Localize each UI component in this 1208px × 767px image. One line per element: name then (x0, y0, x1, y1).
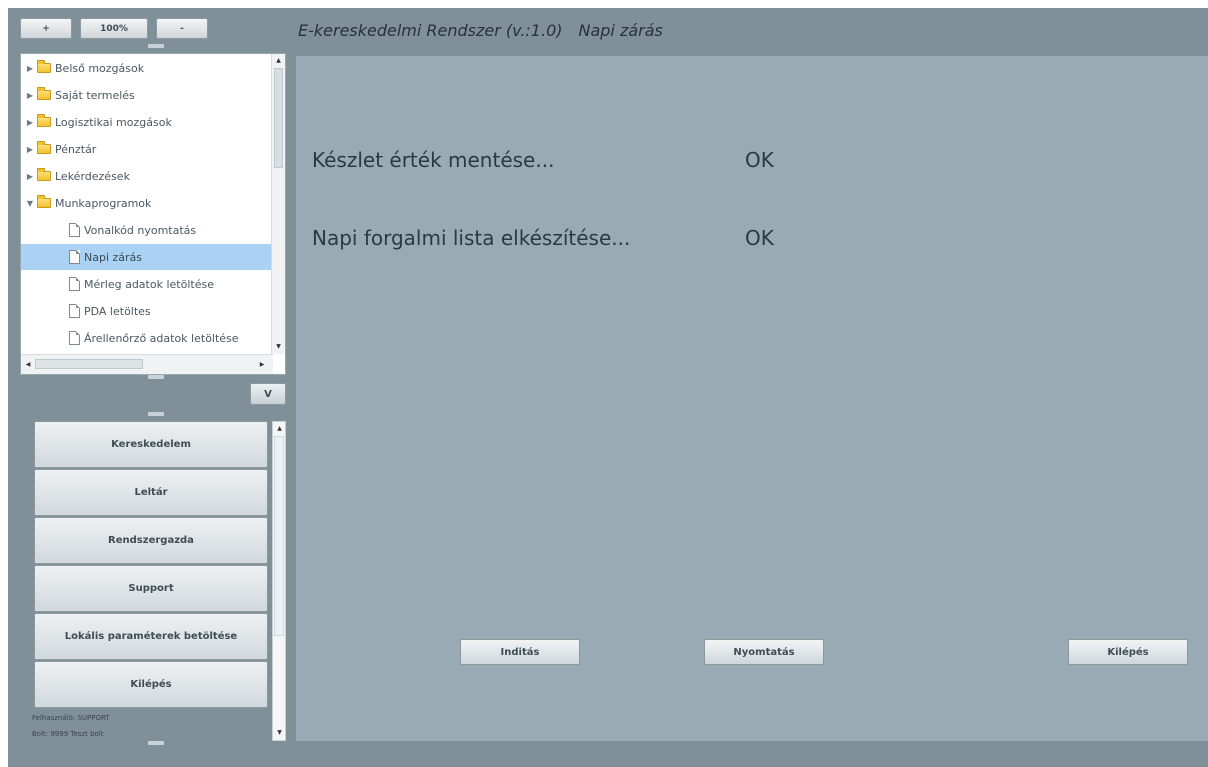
tree-vertical-scroll-thumb[interactable] (274, 68, 283, 168)
exit-button[interactable]: Kilépés (1068, 639, 1188, 665)
splitter-handle[interactable] (148, 44, 164, 48)
folder-icon (37, 168, 51, 181)
nav-button[interactable]: Lokális paraméterek betöltése (34, 613, 268, 660)
tree-item-label: PDA letöltes (84, 304, 151, 318)
splitter-handle[interactable] (148, 412, 164, 416)
zoom-in-button[interactable]: + (20, 18, 72, 39)
nav-button[interactable]: Leltár (34, 469, 268, 516)
splitter-handle[interactable] (148, 741, 164, 745)
tree-item-label: Munkaprogramok (55, 196, 152, 210)
tree-list: ▶ Belső mozgások ▶ Saját termelés ▶ Logisztik… (21, 54, 271, 354)
zoom-level-button[interactable]: 100% (80, 18, 148, 39)
expand-triangle-icon[interactable]: ▶ (25, 64, 35, 73)
tree-horizontal-scroll-thumb[interactable] (35, 359, 143, 369)
module-nav: Kereskedelem Leltár Rendszergazda Support Lo… (32, 421, 288, 741)
folder-icon (37, 87, 51, 100)
scroll-down-icon[interactable]: ▼ (274, 727, 285, 739)
app-window: + 100% - E-kereskedelmi Rendszer (v.:1.0… (8, 8, 1208, 767)
tree-item-label: Lekérdezések (55, 169, 130, 183)
tree-item-label: Árellenőrző adatok letöltése (84, 331, 239, 345)
store-info: Bolt: 9999 Teszt bolt (32, 730, 104, 738)
nav-vertical-scroll-thumb[interactable] (274, 436, 284, 636)
start-button[interactable]: Inditás (460, 639, 580, 665)
folder-icon (37, 195, 51, 208)
splitter-handle[interactable] (148, 375, 164, 379)
tree-horizontal-scrollbar[interactable]: ◀ ▶ (21, 354, 273, 374)
tree-item[interactable]: ▶ Lekérdezések (21, 163, 271, 189)
folder-icon (37, 141, 51, 154)
document-icon (69, 331, 80, 345)
tree-item-label: Belső mozgások (55, 61, 145, 75)
folder-icon (37, 60, 51, 73)
menu-tree: ▶ Belső mozgások ▶ Saját termelés ▶ Logisztik… (20, 53, 286, 375)
nav-vertical-scrollbar[interactable]: ▲ ▼ (272, 421, 286, 741)
tree-item-label: Napi zárás (84, 250, 143, 264)
document-icon (69, 250, 80, 264)
zoom-out-button[interactable]: - (156, 18, 208, 39)
status-label-stock-save: Készlet érték mentése... (312, 148, 555, 172)
tree-item-label: Saját termelés (55, 88, 135, 102)
page-title: Napi zárás (578, 21, 663, 40)
tree-item[interactable]: ▶ Saját termelés (21, 82, 271, 108)
app-title: E-kereskedelmi Rendszer (v.:1.0) (298, 21, 563, 40)
tree-item-label: Logisztikai mozgások (55, 115, 172, 129)
tree-item[interactable]: Napi zárás (21, 244, 271, 270)
tree-item[interactable]: Árellenőrző adatok letöltése (21, 325, 271, 351)
window-title: E-kereskedelmi Rendszer (v.:1.0) Napi zár… (298, 21, 663, 40)
expand-triangle-icon[interactable]: ▶ (25, 91, 35, 100)
tree-item[interactable]: Vonalkód nyomtatás (21, 217, 271, 243)
tree-item[interactable]: Mérleg adatok letöltése (21, 271, 271, 297)
expand-triangle-icon[interactable]: ▶ (25, 172, 35, 181)
nav-button[interactable]: Support (34, 565, 268, 612)
document-icon (69, 223, 80, 237)
tree-vertical-scrollbar[interactable]: ▲ ▼ (271, 54, 285, 354)
tree-item-label: Vonalkód nyomtatás (84, 223, 197, 237)
document-icon (69, 304, 80, 318)
status-label-daily-list: Napi forgalmi lista elkészítése... (312, 226, 631, 250)
scroll-left-icon[interactable]: ◀ (23, 359, 33, 371)
tree-item[interactable]: PDA letöltes (21, 298, 271, 324)
collapse-triangle-icon[interactable]: ▼ (25, 199, 35, 208)
collapse-tree-button[interactable]: V (250, 383, 286, 405)
print-button[interactable]: Nyomtatás (704, 639, 824, 665)
scroll-down-icon[interactable]: ▼ (273, 341, 284, 353)
tree-item[interactable]: ▶ Pénztár (21, 136, 271, 162)
expand-triangle-icon[interactable]: ▶ (25, 118, 35, 127)
tree-item[interactable]: ▶ Belső mozgások (21, 55, 271, 81)
expand-triangle-icon[interactable]: ▶ (25, 145, 35, 154)
folder-icon (37, 114, 51, 127)
nav-button[interactable]: Kilépés (34, 661, 268, 708)
document-icon (69, 277, 80, 291)
status-result-daily-list: OK (745, 226, 774, 250)
main-content: Készlet érték mentése... OK Napi forgalm… (296, 56, 1208, 741)
status-result-stock-save: OK (745, 148, 774, 172)
scroll-up-icon[interactable]: ▲ (274, 423, 285, 435)
tree-item-label: Pénztár (55, 142, 97, 156)
tree-item-label: Mérleg adatok letöltése (84, 277, 214, 291)
nav-button[interactable]: Kereskedelem (34, 421, 268, 468)
user-info: Felhasználó: SUPPORT (32, 714, 110, 722)
nav-button[interactable]: Rendszergazda (34, 517, 268, 564)
scroll-right-icon[interactable]: ▶ (257, 359, 267, 371)
tree-item[interactable]: ▶ Logisztikai mozgások (21, 109, 271, 135)
tree-item[interactable]: ▼ Munkaprogramok (21, 190, 271, 216)
scroll-up-icon[interactable]: ▲ (273, 55, 284, 67)
